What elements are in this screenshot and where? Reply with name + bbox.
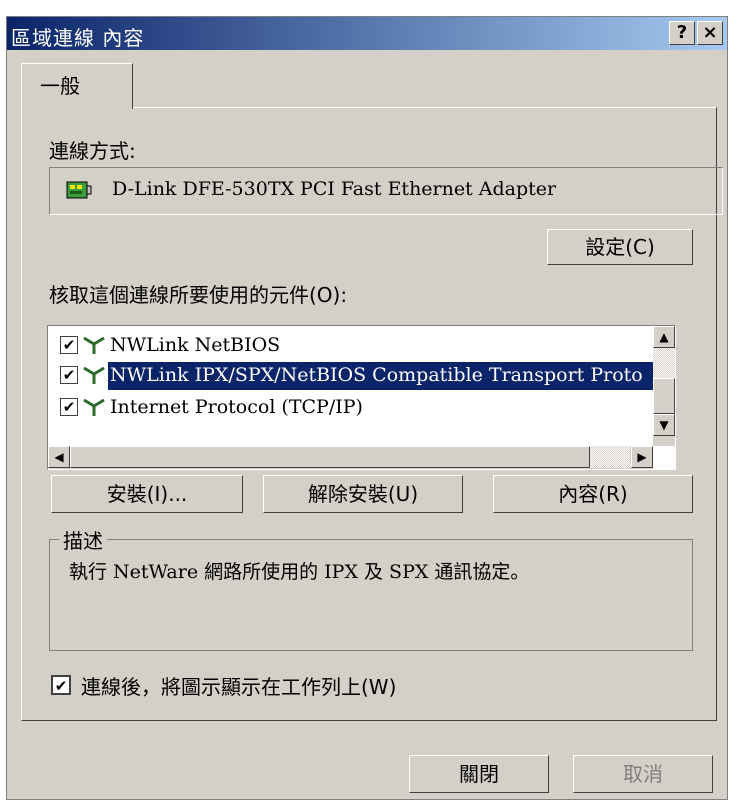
protocol-icon <box>82 396 108 418</box>
scroll-right-icon[interactable]: ▶ <box>631 446 653 468</box>
help-button[interactable]: ? <box>669 21 695 45</box>
close-button[interactable]: 關閉 <box>409 755 549 793</box>
protocol-icon <box>82 334 108 356</box>
uninstall-button[interactable]: 解除安裝(U) <box>263 475 463 513</box>
scroll-thumb-horizontal[interactable] <box>70 446 590 468</box>
checkbox-icon[interactable]: ✔ <box>60 398 78 416</box>
scroll-thumb[interactable] <box>653 378 675 414</box>
properties-dialog: 區域連線 內容 ? × 一般 連線方式: D-Link DFE-530TX PC… <box>6 16 728 800</box>
checkbox-icon[interactable]: ✔ <box>51 675 71 695</box>
adapter-box: D-Link DFE-530TX PCI Fast Ethernet Adapt… <box>49 167 723 215</box>
component-name: NWLink IPX/SPX/NetBIOS Compatible Transp… <box>108 362 665 390</box>
connect-using-label: 連線方式: <box>49 139 136 163</box>
checkbox-icon[interactable]: ✔ <box>60 336 78 354</box>
vertical-scrollbar[interactable]: ▲ ▼ <box>653 326 675 446</box>
network-card-icon <box>66 180 92 200</box>
component-name: Internet Protocol (TCP/IP) <box>110 396 363 418</box>
scroll-up-icon[interactable]: ▲ <box>653 326 675 348</box>
cancel-button[interactable]: 取消 <box>573 755 713 793</box>
close-title-button[interactable]: × <box>697 21 723 45</box>
title-bar[interactable]: 區域連線 內容 ? × <box>7 17 727 50</box>
tab-general-label: 一般 <box>40 74 80 98</box>
window-title: 區域連線 內容 <box>11 26 145 50</box>
description-group <box>49 539 693 651</box>
adapter-name: D-Link DFE-530TX PCI Fast Ethernet Adapt… <box>112 178 557 200</box>
horizontal-scrollbar[interactable]: ◀ ▶ <box>48 446 653 469</box>
properties-button[interactable]: 內容(R) <box>493 475 693 513</box>
components-list: ✔ NWLink NetBIOS ✔ NWLink IPX/SPX/NetBIO… <box>47 325 676 470</box>
tab-general[interactable]: 一般 <box>21 63 133 109</box>
list-item[interactable]: ✔ NWLink IPX/SPX/NetBIOS Compatible Tran… <box>60 362 665 392</box>
description-label: 描述 <box>59 525 107 554</box>
checkbox-icon[interactable]: ✔ <box>60 366 78 384</box>
show-icon-label: 連線後，將圖示顯示在工作列上(W) <box>81 675 397 699</box>
install-button[interactable]: 安裝(I)... <box>51 475 243 513</box>
scroll-down-icon[interactable]: ▼ <box>653 414 675 436</box>
configure-button[interactable]: 設定(C) <box>547 229 693 265</box>
description-text: 執行 NetWare 網路所使用的 IPX 及 SPX 通訊協定。 <box>69 561 530 583</box>
protocol-icon <box>82 364 108 386</box>
scroll-left-icon[interactable]: ◀ <box>48 446 70 468</box>
components-label: 核取這個連線所要使用的元件(O): <box>49 283 348 307</box>
component-name: NWLink NetBIOS <box>110 334 281 356</box>
